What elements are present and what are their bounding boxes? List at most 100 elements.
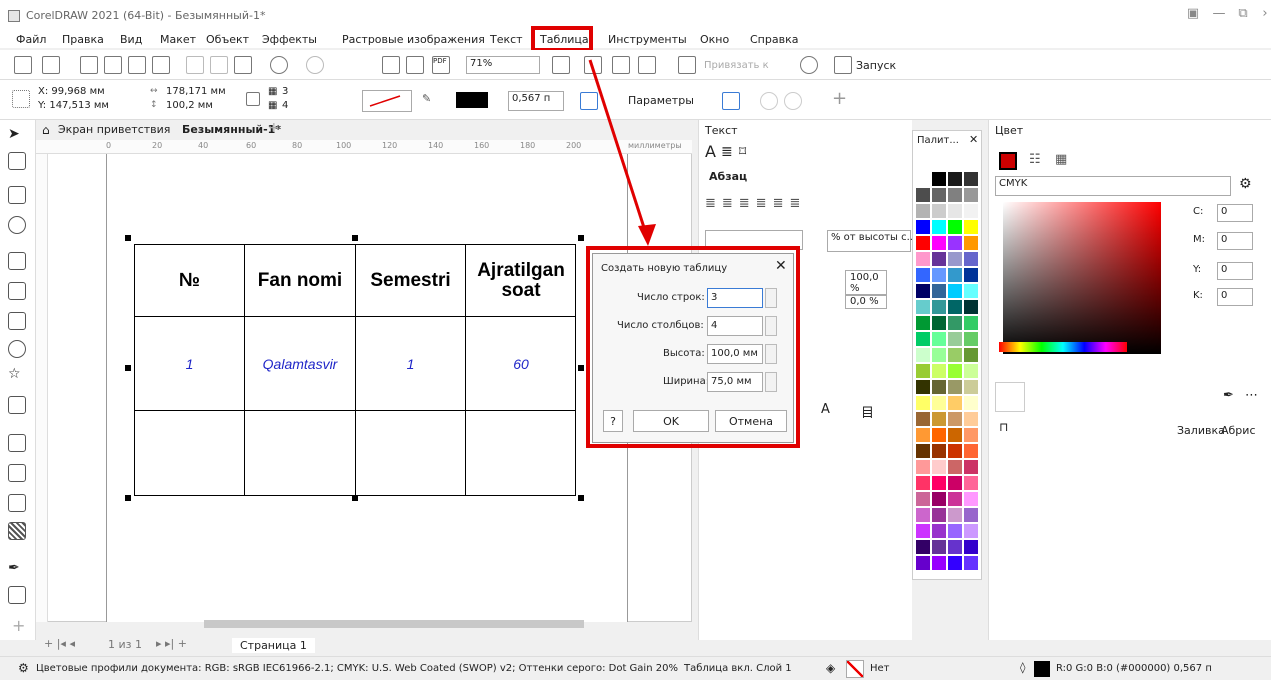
line-spacing-unit[interactable]: % от высоты с...: [827, 230, 916, 252]
import-icon[interactable]: [382, 56, 400, 74]
swatch[interactable]: [931, 299, 947, 315]
swatch[interactable]: [947, 283, 963, 299]
swatch[interactable]: [947, 203, 963, 219]
swatch[interactable]: [931, 491, 947, 507]
swatch[interactable]: [963, 523, 979, 539]
save-icon[interactable]: [80, 56, 98, 74]
swatch[interactable]: [947, 251, 963, 267]
selection-handle[interactable]: [125, 235, 131, 241]
palette-close-icon[interactable]: ✕: [969, 133, 978, 146]
menu-help[interactable]: Справка: [750, 33, 798, 46]
options-gear-icon[interactable]: [800, 56, 818, 74]
swatch[interactable]: [931, 379, 947, 395]
copy-icon[interactable]: [210, 56, 228, 74]
table-header-cell[interactable]: Fan nomi: [245, 245, 356, 317]
swatch[interactable]: [963, 395, 979, 411]
open-icon[interactable]: [42, 56, 60, 74]
menu-text[interactable]: Текст: [490, 33, 523, 46]
pdf-icon[interactable]: PDF: [432, 56, 450, 74]
print-icon[interactable]: [152, 56, 170, 74]
paragraph-section[interactable]: Абзац: [709, 170, 747, 183]
swatch[interactable]: [963, 491, 979, 507]
color-viewer-icon[interactable]: [999, 152, 1017, 170]
swatch[interactable]: [931, 555, 947, 571]
swatch[interactable]: [915, 347, 931, 363]
swatch[interactable]: [931, 507, 947, 523]
fill-tool-icon[interactable]: [8, 586, 26, 604]
swatch[interactable]: [915, 187, 931, 203]
swatch[interactable]: [947, 363, 963, 379]
parameters-dropdown[interactable]: Параметры: [628, 94, 694, 107]
color-model-select[interactable]: CMYK: [995, 176, 1231, 196]
text-wrap-icon[interactable]: [722, 92, 740, 110]
new-icon[interactable]: [14, 56, 32, 74]
shadow-tool-icon[interactable]: [8, 494, 26, 512]
launch-dropdown[interactable]: Запуск: [856, 59, 896, 72]
table-header-cell[interactable]: Semestri: [356, 245, 466, 317]
add-icon[interactable]: +: [832, 88, 847, 109]
page-tab[interactable]: Страница 1: [232, 638, 315, 653]
swatch[interactable]: [947, 315, 963, 331]
table-options-icon[interactable]: [580, 92, 598, 110]
swatch[interactable]: [931, 427, 947, 443]
artistic-media-icon[interactable]: [8, 282, 26, 300]
position-x[interactable]: X: 99,968 мм: [38, 86, 105, 97]
zoom-level-select[interactable]: 71%: [466, 56, 540, 74]
swatch[interactable]: [915, 219, 931, 235]
swatch[interactable]: [947, 539, 963, 555]
swatch[interactable]: [947, 411, 963, 427]
minimize-button[interactable]: —: [1208, 6, 1230, 24]
selection-handle[interactable]: [352, 495, 358, 501]
text-align-icon[interactable]: A: [821, 402, 830, 417]
swatch[interactable]: [915, 459, 931, 475]
swatch[interactable]: [963, 427, 979, 443]
swatch[interactable]: [931, 395, 947, 411]
swatch[interactable]: [931, 331, 947, 347]
swatch[interactable]: [947, 475, 963, 491]
table-header-cell[interactable]: Ajratilgan soat: [466, 245, 576, 317]
zoom-tool-icon[interactable]: [8, 216, 26, 234]
swatch[interactable]: [915, 475, 931, 491]
selection-handle[interactable]: [578, 495, 584, 501]
selection-handle[interactable]: [578, 365, 584, 371]
combine-icon[interactable]: [760, 92, 778, 110]
upload-icon[interactable]: [104, 56, 122, 74]
add-tool-icon[interactable]: +: [12, 616, 25, 635]
swatch[interactable]: [931, 219, 947, 235]
object-origin-icon[interactable]: [12, 90, 30, 108]
swatch[interactable]: [931, 283, 947, 299]
yellow-input[interactable]: 0: [1217, 262, 1253, 280]
swatch[interactable]: [931, 315, 947, 331]
tab-welcome[interactable]: Экран приветствия: [58, 123, 170, 136]
color-options-gear-icon[interactable]: ⚙: [1239, 176, 1252, 192]
swatch[interactable]: [963, 315, 979, 331]
swatch[interactable]: [915, 443, 931, 459]
swatch[interactable]: [931, 363, 947, 379]
full-screen-icon[interactable]: [552, 56, 570, 74]
table-cell[interactable]: [245, 411, 356, 495]
size-height[interactable]: 100,2 мм: [166, 100, 213, 111]
swatch[interactable]: [963, 347, 979, 363]
swatch[interactable]: [963, 331, 979, 347]
grid-icon[interactable]: [612, 56, 630, 74]
swatch[interactable]: [931, 539, 947, 555]
swatch[interactable]: [947, 555, 963, 571]
menu-window[interactable]: Окно: [700, 33, 729, 46]
swatch[interactable]: [963, 267, 979, 283]
swatch[interactable]: [915, 235, 931, 251]
swatch[interactable]: [915, 331, 931, 347]
swatch[interactable]: [915, 555, 931, 571]
swatch[interactable]: [931, 347, 947, 363]
lock-icon[interactable]: ⊓: [999, 420, 1008, 434]
selection-handle[interactable]: [352, 235, 358, 241]
menu-object[interactable]: Объект: [206, 33, 249, 46]
color-sliders-icon[interactable]: ☷: [1029, 152, 1041, 167]
column-icon[interactable]: 目: [861, 402, 874, 421]
freehand-tool-icon[interactable]: [8, 252, 26, 270]
horizontal-scrollbar[interactable]: [204, 620, 584, 628]
swatch[interactable]: [947, 427, 963, 443]
swatch[interactable]: [931, 443, 947, 459]
new-tab-icon[interactable]: +: [268, 120, 280, 136]
menu-file[interactable]: Файл: [16, 33, 46, 46]
outline-width-select[interactable]: 0,567 п: [508, 91, 564, 111]
